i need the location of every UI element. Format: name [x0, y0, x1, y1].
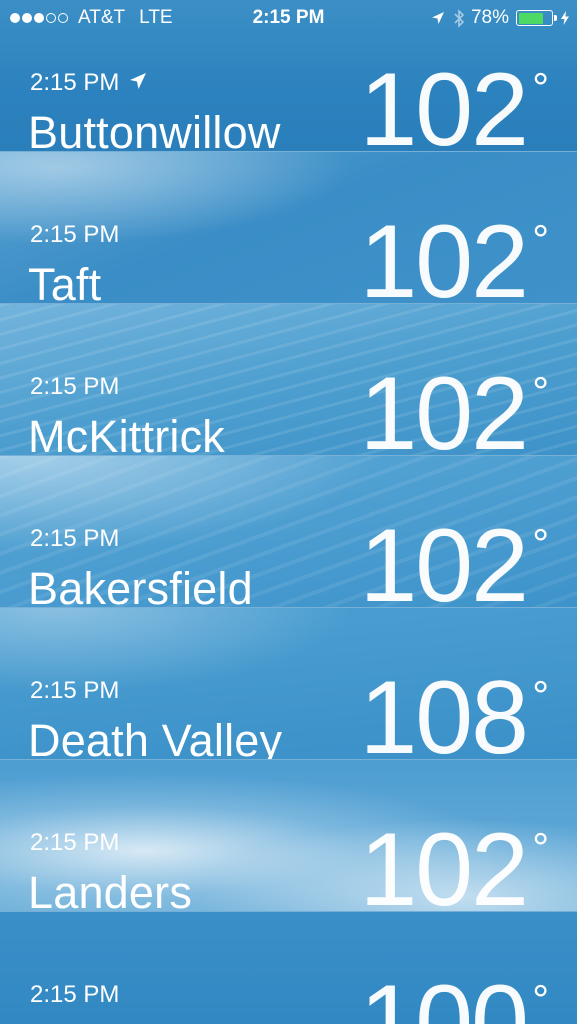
- city-temperature: 100: [359, 964, 529, 1024]
- city-local-time: 2:15 PM: [30, 525, 120, 552]
- city-name: McKittrick: [28, 411, 225, 456]
- battery-icon: [516, 10, 557, 26]
- city-name: Landers: [28, 867, 193, 912]
- charging-bolt-icon: [561, 11, 569, 25]
- city-row-death-valley[interactable]: 2:15 PM Death Valley 108 °: [0, 608, 577, 760]
- degree-symbol: °: [532, 824, 549, 871]
- degree-symbol: °: [532, 672, 549, 719]
- city-name: Taft: [28, 259, 102, 304]
- city-row-bakersfield[interactable]: 2:15 PM Bakersfield 102 °: [0, 456, 577, 608]
- city-local-time: 2:15 PM: [30, 829, 120, 856]
- bluetooth-icon: [454, 8, 465, 28]
- city-row-taft[interactable]: 2:15 PM Taft 102 °: [0, 152, 577, 304]
- city-temperature: 102: [359, 204, 529, 304]
- city-local-time: 2:15 PM: [30, 221, 120, 248]
- status-bar: AT&T LTE 2:15 PM 78%: [0, 0, 577, 36]
- city-local-time: 2:15 PM: [30, 677, 120, 704]
- location-arrow-icon: [431, 11, 445, 25]
- city-row-landers[interactable]: 2:15 PM Landers 102 °: [0, 760, 577, 912]
- degree-symbol: °: [532, 216, 549, 263]
- battery-level-fill: [518, 12, 544, 24]
- weather-app-screen: AT&T LTE 2:15 PM 78% 2:15 PM Buttonwillo…: [0, 0, 577, 1024]
- current-location-arrow-icon: [119, 69, 147, 97]
- city-name: Death Valley: [28, 715, 283, 760]
- city-name: Buttonwillow: [28, 107, 281, 152]
- city-local-time: 2:15 PM: [30, 373, 120, 400]
- degree-symbol: °: [532, 368, 549, 415]
- city-local-time: 2:15 PM: [30, 981, 120, 1008]
- city-temperature: 102: [359, 356, 529, 456]
- city-temperature: 102: [359, 812, 529, 912]
- city-row-partial[interactable]: 2:15 PM 100 °: [0, 912, 577, 1024]
- battery-percentage: 78%: [470, 7, 509, 28]
- city-name: Bakersfield: [28, 563, 253, 608]
- city-local-time: 2:15 PM: [30, 69, 147, 97]
- status-bar-right: 78%: [431, 7, 569, 29]
- city-list: 2:15 PM Buttonwillow 102 ° 2:15 PM Taft …: [0, 0, 577, 1024]
- degree-symbol: °: [532, 520, 549, 567]
- city-temperature: 108: [359, 660, 529, 760]
- city-temperature: 102: [359, 52, 529, 152]
- degree-symbol: °: [532, 976, 549, 1023]
- city-temperature: 102: [359, 508, 529, 608]
- city-row-mckittrick[interactable]: 2:15 PM McKittrick 102 °: [0, 304, 577, 456]
- degree-symbol: °: [532, 64, 549, 111]
